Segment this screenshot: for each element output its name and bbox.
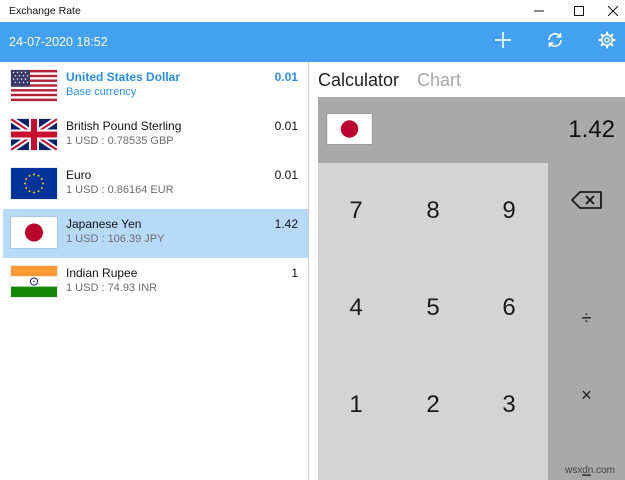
currency-rate: 1 <box>291 266 298 280</box>
key-4[interactable]: 4 <box>318 260 394 356</box>
flag-japan-icon[interactable] <box>327 114 372 144</box>
operator-column: ÷ × − <box>548 163 625 480</box>
flag-india-icon <box>11 266 57 297</box>
key-6[interactable]: 6 <box>471 260 547 356</box>
gear-icon <box>598 30 616 54</box>
divide-button[interactable]: ÷ <box>548 308 625 385</box>
currency-row-eur[interactable]: Euro 1 USD : 0.86164 EUR 0.01 <box>3 160 308 209</box>
app-bar: 24-07-2020 18:52 <box>0 22 625 62</box>
multiply-button[interactable]: × <box>548 385 625 462</box>
currency-rate: 0.01 <box>274 119 298 133</box>
currency-subtitle: Base currency <box>66 86 137 98</box>
currency-rate: 0.01 <box>274 168 298 182</box>
maximize-button[interactable] <box>562 0 596 22</box>
tab-calculator[interactable]: Calculator <box>318 70 399 91</box>
settings-button[interactable] <box>592 28 622 56</box>
currency-name: United States Dollar <box>66 70 181 84</box>
calculator-display: 1.42 <box>318 97 625 163</box>
minimize-button[interactable] <box>522 0 556 22</box>
key-2[interactable]: 2 <box>395 357 471 453</box>
tab-chart[interactable]: Chart <box>417 70 461 91</box>
flag-eu-icon <box>11 168 57 199</box>
key-5[interactable]: 5 <box>395 260 471 356</box>
key-1[interactable]: 1 <box>318 357 394 453</box>
flag-japan-icon <box>11 217 57 248</box>
currency-row-usd[interactable]: United States Dollar Base currency 0.01 <box>3 62 308 111</box>
watermark: wsxdn.com <box>564 465 615 476</box>
currency-list: United States Dollar Base currency 0.01 … <box>0 62 309 480</box>
currency-name: Euro <box>66 168 92 182</box>
last-updated-datetime: 24-07-2020 18:52 <box>9 35 108 49</box>
currency-subtitle: 1 USD : 0.78535 GBP <box>66 135 174 147</box>
currency-row-jpy[interactable]: Japanese Yen 1 USD : 106.39 JPY 1.42 <box>3 209 308 258</box>
currency-rate: 0.01 <box>274 70 298 84</box>
currency-row-inr[interactable]: Indian Rupee 1 USD : 74.93 INR 1 <box>3 258 308 307</box>
window-title: Exchange Rate <box>9 5 81 17</box>
currency-rate: 1.42 <box>274 217 298 231</box>
key-8[interactable]: 8 <box>395 163 471 259</box>
key-3[interactable]: 3 <box>471 357 547 453</box>
currency-subtitle: 1 USD : 74.93 INR <box>66 282 158 294</box>
number-keypad: 7 8 9 4 5 6 1 2 3 <box>318 163 548 480</box>
flag-uk-icon <box>11 119 57 150</box>
refresh-icon <box>546 31 564 54</box>
calculator-panel: Calculator Chart 1.42 7 8 9 4 5 6 1 2 3 <box>310 62 625 480</box>
close-icon <box>608 6 618 16</box>
refresh-button[interactable] <box>540 28 570 56</box>
currency-subtitle: 1 USD : 106.39 JPY <box>66 233 165 245</box>
add-icon <box>494 31 512 54</box>
currency-name: British Pound Sterling <box>66 119 182 133</box>
backspace-icon <box>570 190 603 214</box>
key-7[interactable]: 7 <box>318 163 394 259</box>
backspace-button[interactable] <box>548 163 625 241</box>
title-bar: Exchange Rate <box>0 0 625 22</box>
close-button[interactable] <box>596 0 625 22</box>
maximize-icon <box>574 6 584 16</box>
currency-subtitle: 1 USD : 0.86164 EUR <box>66 184 174 196</box>
currency-row-gbp[interactable]: British Pound Sterling 1 USD : 0.78535 G… <box>3 111 308 160</box>
display-value: 1.42 <box>568 116 615 143</box>
flag-usa-icon <box>11 70 57 101</box>
minimize-icon <box>534 6 544 16</box>
key-9[interactable]: 9 <box>471 163 547 259</box>
add-currency-button[interactable] <box>488 28 518 56</box>
currency-name: Indian Rupee <box>66 266 138 280</box>
currency-name: Japanese Yen <box>66 217 142 231</box>
